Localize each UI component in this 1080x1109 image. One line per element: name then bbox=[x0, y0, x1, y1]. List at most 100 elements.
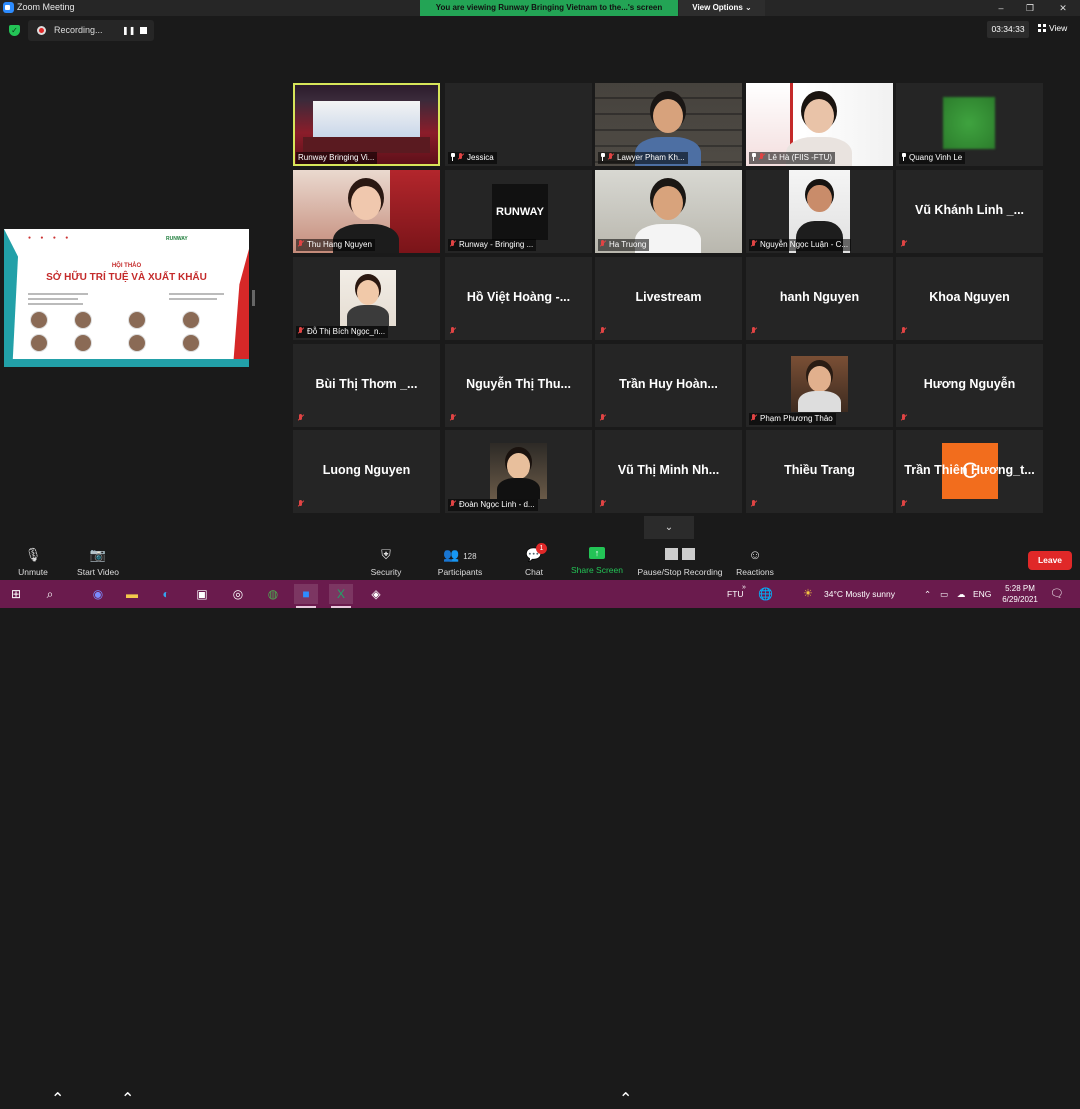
security-button[interactable]: ⛨ Security bbox=[364, 540, 408, 580]
collapse-toolbar-button[interactable]: ⌄ bbox=[644, 516, 694, 539]
pause-stop-recording-button[interactable]: Pause/Stop Recording bbox=[634, 540, 726, 580]
excel-icon[interactable]: X bbox=[329, 584, 353, 608]
participant-tile[interactable]: Vũ Thị Minh Nh... bbox=[595, 430, 742, 513]
share-screen-button[interactable]: ↑ Share Screen bbox=[569, 540, 625, 580]
participant-tile[interactable]: Ha Truong bbox=[595, 170, 742, 253]
cloud-icon[interactable]: ☁ bbox=[957, 580, 966, 608]
close-button[interactable]: ✕ bbox=[1049, 0, 1077, 16]
app-icon[interactable]: ◈ bbox=[364, 584, 388, 604]
participant-tile[interactable]: Hương Nguyễn bbox=[896, 344, 1043, 427]
start-video-button[interactable]: 📷 Start Video bbox=[72, 540, 124, 580]
participant-name: Đoàn Ngọc Linh - d... bbox=[459, 500, 535, 509]
muted-mic-icon bbox=[450, 327, 456, 335]
participant-tile[interactable]: Quang Vinh Le bbox=[896, 83, 1043, 166]
messenger-icon[interactable]: ◉ bbox=[86, 584, 110, 604]
grid-view-icon bbox=[1038, 24, 1046, 32]
weather-sun-icon[interactable]: ☀ bbox=[803, 580, 813, 608]
muted-mic-icon bbox=[901, 327, 907, 335]
participant-name-label: Đoàn Ngọc Linh - d... bbox=[448, 499, 538, 511]
participant-tile[interactable]: Vũ Khánh Linh _... bbox=[896, 170, 1043, 253]
weather-text[interactable]: 34°C Mostly sunny bbox=[824, 580, 895, 608]
pause-recording-button[interactable]: ❚❚ bbox=[122, 26, 135, 35]
participant-tile[interactable]: Lê Hà (FIIS -FTU) bbox=[746, 83, 893, 166]
chat-button[interactable]: 💬 1 Chat bbox=[518, 540, 550, 580]
view-options-button[interactable]: View Options ⌄ bbox=[679, 0, 765, 16]
muted-mic-icon bbox=[458, 153, 464, 161]
participant-tile[interactable]: Trần Huy Hoàn... bbox=[595, 344, 742, 427]
zoom-taskbar-icon[interactable]: ■ bbox=[294, 584, 318, 608]
reactions-icon: ☺ bbox=[748, 547, 762, 562]
participant-name: Livestream bbox=[635, 290, 702, 304]
meeting-timer: 03:34:33 bbox=[987, 21, 1029, 38]
notifications-icon[interactable]: 🗨 bbox=[1050, 580, 1064, 608]
show-hidden-icons-caret[interactable]: ⌃ bbox=[924, 580, 931, 608]
participant-tile[interactable]: Nguyễn Thị Thu... bbox=[445, 344, 592, 427]
participant-tile[interactable]: Lawyer Pham Kh... bbox=[595, 83, 742, 166]
decor-stripe-bottom bbox=[4, 359, 249, 367]
language-indicator[interactable]: ENG bbox=[973, 580, 991, 608]
participant-name: Vũ Thị Minh Nh... bbox=[617, 463, 720, 477]
participant-tile[interactable]: Hồ Việt Hoàng -... bbox=[445, 257, 592, 340]
windows-taskbar: ⊞ ⌕ ◉ ▬ ◐ ▣ ◎ ◍ ■ X ◈ » FTU 🌐 ☀ 34°C Mos… bbox=[0, 580, 1080, 608]
store-icon[interactable]: ▣ bbox=[190, 584, 214, 604]
muted-mic-icon bbox=[600, 500, 606, 508]
participant-name: Hồ Việt Hoàng -... bbox=[466, 290, 571, 304]
muted-mic-icon bbox=[608, 153, 614, 161]
participant-tile[interactable]: Thiều Trang bbox=[746, 430, 893, 513]
security-shield-icon[interactable]: ✓ bbox=[9, 25, 20, 36]
participant-tile[interactable]: Nguyễn Ngọc Luận - C... bbox=[746, 170, 893, 253]
restore-button[interactable]: ❐ bbox=[1016, 0, 1044, 16]
participant-tile[interactable]: RUNWAY Runway - Bringing ... bbox=[445, 170, 592, 253]
battery-icon[interactable]: ▭ bbox=[940, 580, 948, 608]
participant-tile[interactable]: Jessica bbox=[445, 83, 592, 166]
leave-button[interactable]: Leave bbox=[1028, 551, 1072, 570]
video-feed bbox=[804, 99, 834, 133]
network-globe-icon[interactable]: 🌐 bbox=[758, 580, 773, 608]
participant-tile[interactable]: C Trần Thiên Hương_t... bbox=[896, 430, 1043, 513]
participant-tile[interactable]: Đỗ Thị Bích Ngọc_n... bbox=[293, 257, 440, 340]
resize-handle[interactable] bbox=[252, 290, 255, 306]
chrome-profile-icon[interactable]: ◍ bbox=[261, 584, 285, 604]
muted-mic-icon bbox=[600, 240, 606, 248]
keyboard-hint: FTU bbox=[727, 589, 744, 599]
participant-tile[interactable]: Thu Hang Nguyen bbox=[293, 170, 440, 253]
participant-tile[interactable]: Phạm Phương Thảo bbox=[746, 344, 893, 427]
participant-tile[interactable]: Runway Bringing Vi... bbox=[293, 83, 440, 166]
search-icon[interactable]: ⌕ bbox=[38, 584, 62, 604]
speaker-avatar bbox=[182, 311, 200, 329]
participant-tile[interactable]: Đoàn Ngọc Linh - d... bbox=[445, 430, 592, 513]
pin-icon bbox=[600, 153, 606, 161]
share-banner: You are viewing Runway Bringing Vietnam … bbox=[420, 0, 678, 16]
audio-options-caret-icon[interactable]: ⌃ bbox=[51, 1089, 64, 1109]
participant-tile[interactable]: hanh Nguyen bbox=[746, 257, 893, 340]
view-button[interactable]: View bbox=[1038, 23, 1067, 33]
participant-tile[interactable]: Livestream bbox=[595, 257, 742, 340]
muted-mic-icon bbox=[298, 327, 304, 335]
recording-dot-icon bbox=[37, 26, 46, 35]
muted-mic-icon bbox=[450, 240, 456, 248]
system-clock[interactable]: 5:28 PM 6/29/2021 bbox=[1000, 583, 1040, 605]
windows-start-icon[interactable]: ⊞ bbox=[4, 584, 28, 604]
participant-name: Thiều Trang bbox=[784, 463, 855, 477]
unmute-button[interactable]: 🎙 Unmute bbox=[10, 540, 56, 580]
video-options-caret-icon[interactable]: ⌃ bbox=[121, 1089, 134, 1109]
video-feed bbox=[791, 356, 848, 412]
participant-tile[interactable]: Khoa Nguyen bbox=[896, 257, 1043, 340]
muted-mic-icon bbox=[751, 500, 757, 508]
minimize-button[interactable]: – bbox=[987, 0, 1015, 16]
file-explorer-icon[interactable]: ▬ bbox=[120, 584, 144, 604]
participant-tile[interactable]: Luong Nguyen bbox=[293, 430, 440, 513]
slide-subtitle: HỘI THẢO bbox=[111, 263, 142, 269]
participants-button[interactable]: 👥 128 Participants bbox=[432, 540, 488, 580]
share-options-caret-icon[interactable]: ⌃ bbox=[619, 1089, 632, 1109]
participant-name: Trần Thiên Hương_t... bbox=[904, 463, 1035, 477]
stop-recording-button[interactable] bbox=[140, 27, 147, 34]
participant-name: Quang Vinh Le bbox=[909, 153, 963, 162]
speaker-avatar bbox=[74, 311, 92, 329]
reactions-button[interactable]: ☺ Reactions bbox=[733, 540, 777, 580]
edge-icon[interactable]: ◐ bbox=[154, 584, 178, 604]
chrome-icon[interactable]: ◎ bbox=[226, 584, 250, 604]
participant-name-label: Quang Vinh Le bbox=[899, 152, 966, 164]
participant-tile[interactable]: Bùi Thị Thơm _... bbox=[293, 344, 440, 427]
shared-screen[interactable]: ● ● ● ● RUNWAY HỘI THẢO SỞ HỮU TRÍ TUỆ V… bbox=[4, 229, 249, 367]
